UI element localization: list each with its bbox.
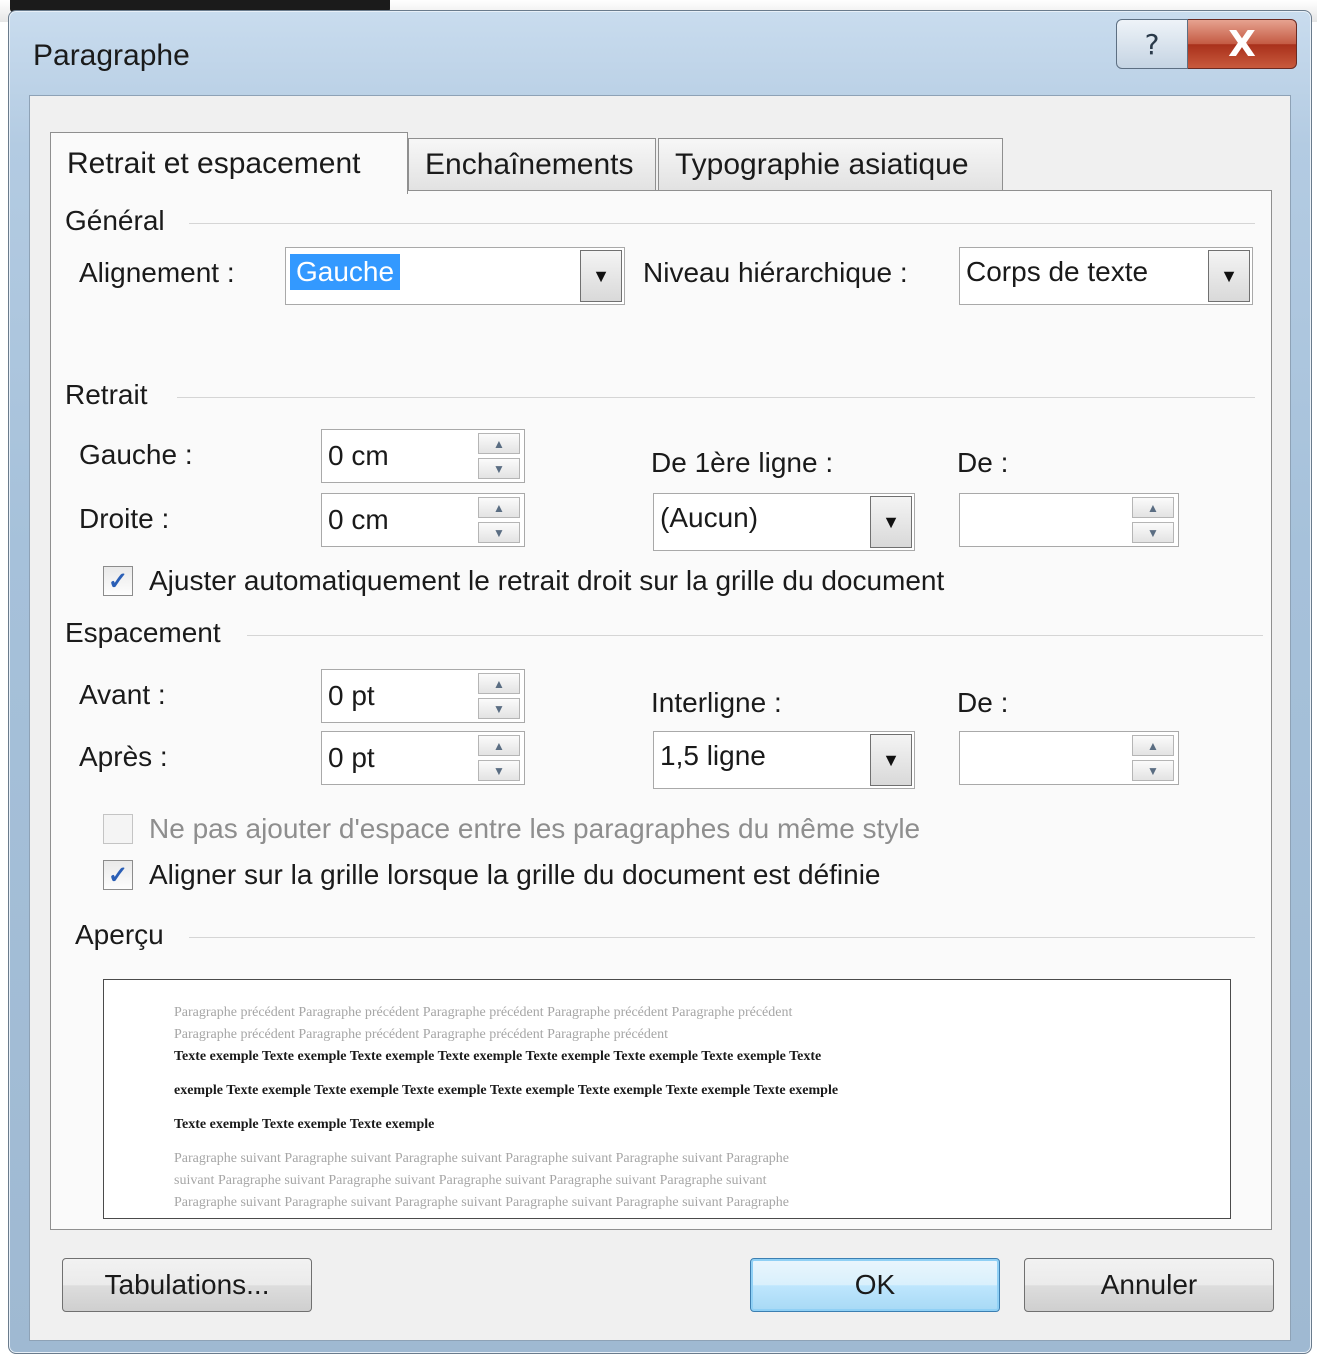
close-icon: X [1228, 23, 1256, 65]
cancel-button[interactable]: Annuler [1024, 1258, 1274, 1312]
space-before-field[interactable]: 0 pt ▲ ▼ [321, 669, 525, 723]
spin-down-icon[interactable]: ▼ [1132, 522, 1174, 543]
ok-button[interactable]: OK [750, 1258, 1000, 1312]
indent-right-field[interactable]: 0 cm ▲ ▼ [321, 493, 525, 547]
preview-next-line: suivant Paragraphe suivant Paragraphe su… [174, 1173, 767, 1188]
tab-asian-typography[interactable]: Typographie asiatique [658, 138, 1003, 190]
checkmark-icon[interactable]: ✓ [103, 566, 133, 596]
preview-sample-line: Texte exemple Texte exemple Texte exempl… [174, 1117, 435, 1132]
spin-up-icon[interactable]: ▲ [478, 497, 520, 518]
space-after-label: Après : [79, 741, 168, 772]
section-spacing: Espacement [65, 617, 221, 648]
no-space-same-style-checkbox: Ne pas ajouter d'espace entre les paragr… [103, 813, 920, 845]
indent-by-label: De : [957, 447, 1009, 478]
alignment-dropdown[interactable]: Gauche ▼ [285, 247, 625, 305]
checkbox-empty-icon [103, 814, 133, 844]
line-spacing-label: Interligne : [651, 687, 782, 718]
chevron-down-icon[interactable]: ▼ [580, 250, 622, 302]
checkmark-icon[interactable]: ✓ [103, 860, 133, 890]
chevron-down-icon[interactable]: ▼ [1208, 250, 1250, 302]
space-before-label: Avant : [79, 679, 166, 710]
mirror-indent-checkbox[interactable]: ✓ Ajuster automatiquement le retrait dro… [103, 565, 944, 597]
outline-level-dropdown[interactable]: Corps de texte ▼ [959, 247, 1253, 305]
preview-previous-line: Paragraphe précédent Paragraphe précéden… [174, 1005, 793, 1020]
preview-sample-line: Texte exemple Texte exemple Texte exempl… [174, 1049, 822, 1064]
help-icon: ? [1144, 27, 1160, 61]
dialog-body: Retrait et espacement Enchaînements Typo… [29, 95, 1291, 1341]
section-general: Général [65, 205, 165, 236]
chevron-down-icon[interactable]: ▼ [870, 734, 912, 786]
line-spacing-dropdown[interactable]: 1,5 ligne ▼ [653, 731, 915, 789]
alignment-label: Alignement : [79, 257, 235, 288]
close-button[interactable]: X [1188, 19, 1297, 69]
indent-left-label: Gauche : [79, 439, 193, 470]
tab-indent-spacing[interactable]: Retrait et espacement [50, 132, 408, 194]
spin-down-icon[interactable]: ▼ [1132, 760, 1174, 781]
section-preview: Aperçu [75, 919, 164, 950]
line-spacing-at-field[interactable]: ▲ ▼ [959, 731, 1179, 785]
snap-to-grid-checkbox[interactable]: ✓ Aligner sur la grille lorsque la grill… [103, 859, 881, 891]
spin-down-icon[interactable]: ▼ [478, 458, 520, 479]
preview-sample-line: exemple Texte exemple Texte exemple Text… [174, 1083, 839, 1098]
tab-line-page-breaks[interactable]: Enchaînements [408, 138, 656, 190]
outline-level-label: Niveau hiérarchique : [643, 257, 908, 288]
paragraph-preview: Paragraphe précédent Paragraphe précéden… [103, 979, 1231, 1219]
space-after-field[interactable]: 0 pt ▲ ▼ [321, 731, 525, 785]
chevron-down-icon[interactable]: ▼ [870, 496, 912, 548]
tabs-button[interactable]: Tabulations... [62, 1258, 312, 1312]
spin-up-icon[interactable]: ▲ [478, 433, 520, 454]
dialog-title: Paragraphe [33, 39, 190, 72]
indent-left-field[interactable]: 0 cm ▲ ▼ [321, 429, 525, 483]
preview-next-line: Paragraphe suivant Paragraphe suivant Pa… [174, 1151, 790, 1166]
paragraph-dialog: Paragraphe ? X Retrait et espacement Enc… [8, 10, 1312, 1354]
spin-up-icon[interactable]: ▲ [478, 735, 520, 756]
spin-down-icon[interactable]: ▼ [478, 760, 520, 781]
special-indent-dropdown[interactable]: (Aucun) ▼ [653, 493, 915, 551]
spin-down-icon[interactable]: ▼ [478, 698, 520, 719]
indent-right-label: Droite : [79, 503, 170, 534]
tab-panel: Général Alignement : Gauche ▼ Niveau hié… [50, 190, 1272, 1230]
spin-up-icon[interactable]: ▲ [1132, 735, 1174, 756]
spin-down-icon[interactable]: ▼ [478, 522, 520, 543]
help-button[interactable]: ? [1116, 19, 1188, 69]
line-spacing-at-label: De : [957, 687, 1009, 718]
title-bar[interactable]: Paragraphe ? X [9, 11, 1311, 97]
section-indent: Retrait [65, 379, 148, 410]
preview-next-line: Paragraphe suivant Paragraphe suivant Pa… [174, 1195, 790, 1210]
spin-up-icon[interactable]: ▲ [1132, 497, 1174, 518]
special-indent-label: De 1ère ligne : [651, 447, 834, 478]
spin-up-icon[interactable]: ▲ [478, 673, 520, 694]
indent-by-field[interactable]: ▲ ▼ [959, 493, 1179, 547]
